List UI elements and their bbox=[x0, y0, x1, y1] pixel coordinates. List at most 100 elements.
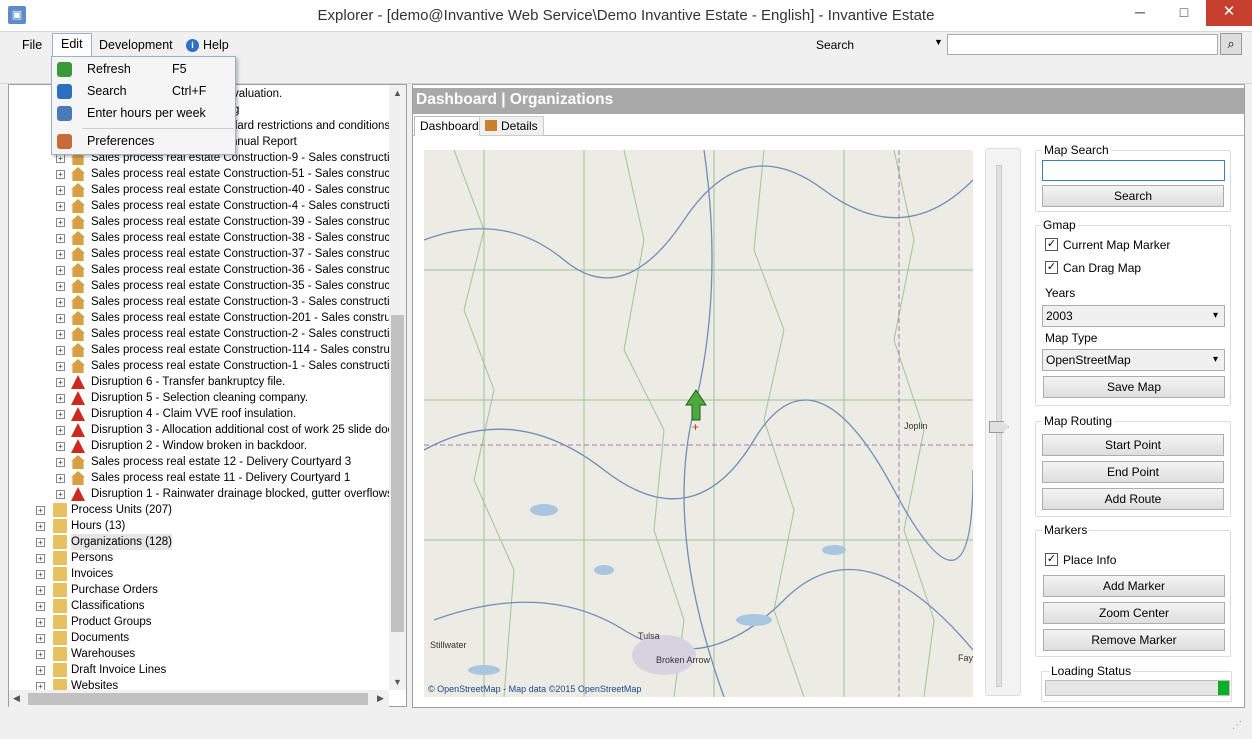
tree-row-label: Sales process real estate 11 - Delivery … bbox=[91, 472, 351, 484]
tree-scroll-thumb[interactable] bbox=[391, 315, 404, 632]
add-route-button[interactable]: Add Route bbox=[1042, 488, 1224, 510]
place-info-checkbox[interactable]: ✓ bbox=[1045, 553, 1058, 566]
expand-icon[interactable]: + bbox=[56, 154, 65, 163]
tree-hscroll-thumb[interactable] bbox=[28, 693, 368, 705]
zoom-center-button[interactable]: Zoom Center bbox=[1043, 602, 1225, 624]
tree-row-label: Disruption 6 - Transfer bankruptcy file. bbox=[91, 376, 286, 388]
menu-edit[interactable]: Edit bbox=[52, 33, 92, 57]
expand-icon[interactable]: + bbox=[56, 346, 65, 355]
map-marker-icon bbox=[685, 389, 707, 421]
map-label-fay: Fay bbox=[958, 653, 974, 663]
expand-icon[interactable]: + bbox=[56, 186, 65, 195]
edit-menu-label: Enter hours per week bbox=[87, 106, 206, 120]
house-icon bbox=[71, 231, 85, 245]
add-marker-button[interactable]: Add Marker bbox=[1043, 575, 1225, 597]
product-icon bbox=[53, 615, 67, 629]
house-icon bbox=[71, 167, 85, 181]
expand-icon[interactable]: + bbox=[36, 618, 45, 627]
expand-icon[interactable]: + bbox=[56, 458, 65, 467]
tree-row-label: Disruption 4 - Claim VVE roof insulation… bbox=[91, 408, 297, 420]
map-search-button[interactable]: Search bbox=[1042, 185, 1224, 207]
tree-root-label: Product Groups bbox=[71, 616, 152, 628]
map-search-input[interactable] bbox=[1042, 160, 1225, 181]
expand-icon[interactable]: + bbox=[56, 362, 65, 371]
map-type-select[interactable]: OpenStreetMap ▾ bbox=[1042, 349, 1225, 371]
current-marker-checkbox[interactable]: ✓ bbox=[1045, 238, 1058, 251]
minimize-button[interactable]: ─ bbox=[1118, 0, 1162, 26]
expand-icon[interactable]: + bbox=[36, 666, 45, 675]
global-search-input[interactable] bbox=[947, 34, 1218, 55]
expand-icon[interactable]: + bbox=[56, 410, 65, 419]
expand-icon[interactable]: + bbox=[36, 554, 45, 563]
expand-icon[interactable]: + bbox=[56, 442, 65, 451]
menu-file[interactable]: File bbox=[14, 35, 50, 57]
calendar-icon bbox=[57, 106, 72, 121]
map-label-stillwater: Stillwater bbox=[430, 640, 467, 650]
expand-icon[interactable]: + bbox=[36, 506, 45, 515]
expand-icon[interactable]: + bbox=[56, 330, 65, 339]
close-button[interactable]: ✕ bbox=[1206, 0, 1252, 26]
expand-icon[interactable]: + bbox=[56, 298, 65, 307]
map-label-tulsa: Tulsa bbox=[638, 631, 660, 641]
expand-icon[interactable]: + bbox=[56, 314, 65, 323]
expand-icon[interactable]: + bbox=[56, 234, 65, 243]
expand-icon[interactable]: + bbox=[56, 170, 65, 179]
tree-row-label: Sales process real estate Construction-1… bbox=[91, 360, 407, 372]
documents-icon bbox=[53, 631, 67, 645]
scroll-down-icon[interactable]: ▼ bbox=[393, 677, 402, 687]
search-go-button[interactable]: ⌕ bbox=[1220, 33, 1242, 55]
edit-menu-item[interactable]: Preferences bbox=[52, 130, 235, 152]
save-map-button[interactable]: Save Map bbox=[1043, 376, 1225, 398]
chevron-down-icon[interactable]: ▼ bbox=[934, 37, 943, 47]
search-scope-label[interactable]: Search bbox=[816, 38, 854, 52]
expand-icon[interactable]: + bbox=[56, 250, 65, 259]
expand-icon[interactable]: + bbox=[36, 634, 45, 643]
edit-menu-item[interactable]: Enter hours per week bbox=[52, 102, 235, 124]
expand-icon[interactable]: + bbox=[56, 378, 65, 387]
expand-icon[interactable]: + bbox=[56, 490, 65, 499]
expand-icon[interactable]: + bbox=[56, 394, 65, 403]
expand-icon[interactable]: + bbox=[56, 202, 65, 211]
expand-icon[interactable]: + bbox=[36, 650, 45, 659]
expand-icon[interactable]: + bbox=[36, 586, 45, 595]
expand-icon[interactable]: + bbox=[56, 218, 65, 227]
tab-dashboard[interactable]: Dashboard bbox=[414, 116, 485, 136]
end-point-button[interactable]: End Point bbox=[1042, 461, 1224, 483]
warehouse-icon bbox=[53, 647, 67, 661]
scroll-left-icon[interactable]: ◀ bbox=[13, 693, 20, 704]
menu-development[interactable]: Development bbox=[91, 35, 181, 57]
expand-icon[interactable]: + bbox=[36, 570, 45, 579]
tree-root-label: Classifications bbox=[71, 600, 145, 612]
chevron-down-icon: ▾ bbox=[1212, 310, 1218, 321]
warning-icon bbox=[71, 391, 85, 405]
expand-icon[interactable]: + bbox=[56, 282, 65, 291]
start-point-button[interactable]: Start Point bbox=[1042, 434, 1224, 456]
house-icon bbox=[71, 311, 85, 325]
expand-icon[interactable]: + bbox=[36, 602, 45, 611]
scroll-up-icon[interactable]: ▲ bbox=[393, 88, 402, 98]
resize-grip-icon[interactable]: ⋰ bbox=[1232, 720, 1242, 731]
chevron-down-icon: ▾ bbox=[1212, 354, 1218, 365]
remove-marker-button[interactable]: Remove Marker bbox=[1043, 629, 1225, 651]
explorer-tree[interactable]: valuation. g dard restrictions and conditi… bbox=[8, 84, 407, 707]
tree-row-label: Sales process real estate Construction-1… bbox=[91, 344, 407, 356]
expand-icon[interactable]: + bbox=[56, 426, 65, 435]
tree-root-label: Organizations (128) bbox=[71, 534, 172, 550]
expand-icon[interactable]: + bbox=[56, 266, 65, 275]
expand-icon[interactable]: + bbox=[56, 474, 65, 483]
menu-help[interactable]: Help bbox=[195, 35, 237, 57]
maximize-button[interactable]: □ bbox=[1162, 0, 1206, 26]
years-select[interactable]: 2003 ▾ bbox=[1042, 305, 1225, 327]
expand-icon[interactable]: + bbox=[36, 522, 45, 531]
scroll-right-icon[interactable]: ▶ bbox=[377, 693, 384, 704]
can-drag-checkbox[interactable]: ✓ bbox=[1045, 261, 1058, 274]
map-view[interactable]: + bbox=[424, 150, 973, 697]
routing-label: Map Routing bbox=[1042, 414, 1115, 428]
search-icon bbox=[57, 84, 72, 99]
map-type-value: OpenStreetMap bbox=[1046, 353, 1131, 367]
edit-menu-item[interactable]: Refresh F5 bbox=[52, 58, 235, 80]
edit-menu-item[interactable]: Search Ctrl+F bbox=[52, 80, 235, 102]
tree-row-label: Sales process real estate Construction-3… bbox=[91, 216, 407, 228]
expand-icon[interactable]: + bbox=[36, 538, 45, 547]
tab-details[interactable]: Details bbox=[479, 116, 544, 136]
